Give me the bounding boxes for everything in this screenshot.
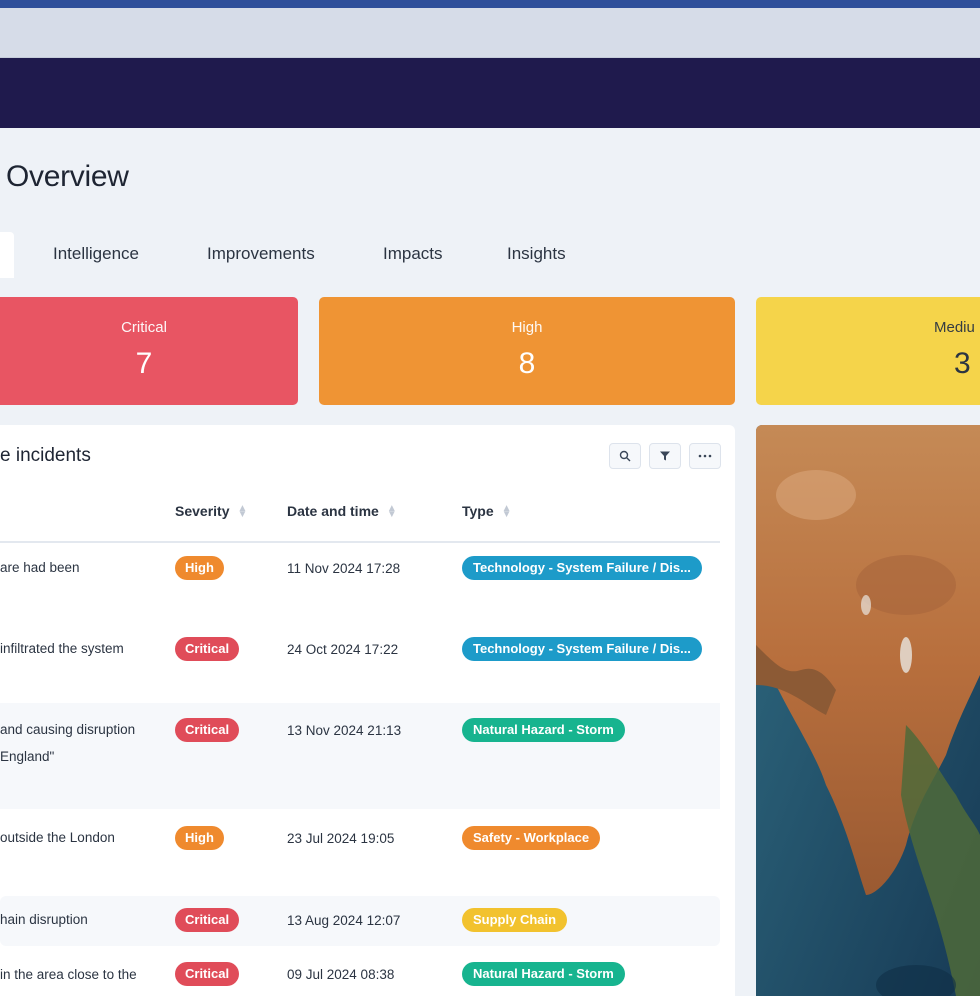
incident-description: hain disruption — [0, 912, 88, 927]
filter-icon[interactable] — [649, 443, 681, 469]
table-row[interactable]: outside the London High 23 Jul 2024 19:0… — [0, 809, 720, 891]
incident-datetime: 23 Jul 2024 19:05 — [287, 831, 395, 846]
incident-description: outside the London — [0, 830, 115, 845]
column-severity-label: Severity — [175, 503, 230, 519]
type-badge: Supply Chain — [462, 908, 568, 932]
type-badge: Natural Hazard - Storm — [462, 718, 625, 742]
tab-improvements[interactable]: Improvements — [207, 244, 315, 264]
incident-description: and causing disruption — [0, 722, 136, 737]
severity-badge: Critical — [175, 962, 240, 986]
incident-datetime: 11 Nov 2024 17:28 — [287, 561, 401, 576]
medium-label: Mediu — [934, 319, 975, 336]
column-type-label: Type — [462, 503, 494, 519]
incidents-title: e incidents — [0, 445, 91, 466]
severity-badge: Critical — [175, 637, 240, 661]
incident-datetime: 24 Oct 2024 17:22 — [287, 642, 399, 657]
browser-chrome — [0, 0, 980, 58]
table-row[interactable]: and causing disruption England" Critical… — [0, 703, 720, 809]
map-image — [756, 425, 980, 996]
sort-icon: ▲ ▼ — [501, 503, 512, 521]
page-title: Overview — [6, 160, 129, 193]
tab-impacts[interactable]: Impacts — [383, 244, 443, 264]
severity-badge: Critical — [175, 908, 240, 932]
critical-count: 7 — [135, 347, 153, 380]
column-severity[interactable]: Severity ▲ ▼ — [175, 503, 248, 521]
incident-description-line2: England" — [0, 749, 55, 764]
tab-active[interactable] — [0, 232, 14, 278]
table-header: Severity ▲ ▼ Date and time ▲ ▼ Type ▲ ▼ — [0, 485, 720, 543]
severity-badge: High — [175, 556, 224, 580]
incident-datetime: 13 Nov 2024 21:13 — [287, 723, 402, 738]
tab-insights[interactable]: Insights — [507, 244, 566, 264]
type-badge: Technology - System Failure / Dis... — [462, 556, 702, 580]
app-navbar — [0, 58, 980, 128]
incident-datetime: 09 Jul 2024 08:38 — [287, 967, 395, 982]
high-count-card[interactable]: High 8 — [319, 297, 735, 405]
table-row[interactable]: are had been High 11 Nov 2024 17:28 Tech… — [0, 545, 720, 623]
panel-actions — [609, 443, 721, 469]
type-badge: Natural Hazard - Storm — [462, 962, 625, 986]
tab-intelligence[interactable]: Intelligence — [53, 244, 139, 264]
sort-icon: ▲ ▼ — [386, 503, 397, 521]
medium-count-card[interactable]: Mediu 3 — [756, 297, 980, 405]
high-count: 8 — [518, 347, 536, 380]
incidents-panel: e incidents Severity ▲ ▼ Date and time ▲ ▼ T… — [0, 425, 735, 996]
critical-count-card[interactable]: Critical 7 — [0, 297, 298, 405]
medium-count: 3 — [954, 347, 971, 380]
incident-description: infiltrated the system — [0, 641, 124, 656]
table-row[interactable]: in the area close to the Critical 09 Jul… — [0, 953, 720, 996]
severity-badge: High — [175, 826, 224, 850]
incident-datetime: 13 Aug 2024 12:07 — [287, 913, 401, 928]
severity-badge: Critical — [175, 718, 240, 742]
table-row[interactable]: hain disruption Critical 13 Aug 2024 12:… — [0, 896, 720, 946]
high-label: High — [511, 319, 543, 336]
more-icon[interactable] — [689, 443, 721, 469]
column-datetime[interactable]: Date and time ▲ ▼ — [287, 503, 397, 521]
satellite-map[interactable] — [756, 425, 980, 996]
sort-icon: ▲ ▼ — [237, 503, 248, 521]
column-type[interactable]: Type ▲ ▼ — [462, 503, 512, 521]
type-badge: Technology - System Failure / Dis... — [462, 637, 702, 661]
search-icon[interactable] — [609, 443, 641, 469]
type-badge: Safety - Workplace — [462, 826, 601, 850]
incident-description: in the area close to the — [0, 967, 137, 982]
critical-label: Critical — [121, 319, 167, 336]
incident-description: are had been — [0, 560, 80, 575]
tab-bar: Intelligence Improvements Impacts Insigh… — [0, 232, 980, 278]
table-row[interactable]: infiltrated the system Critical 24 Oct 2… — [0, 623, 720, 703]
column-datetime-label: Date and time — [287, 503, 379, 519]
